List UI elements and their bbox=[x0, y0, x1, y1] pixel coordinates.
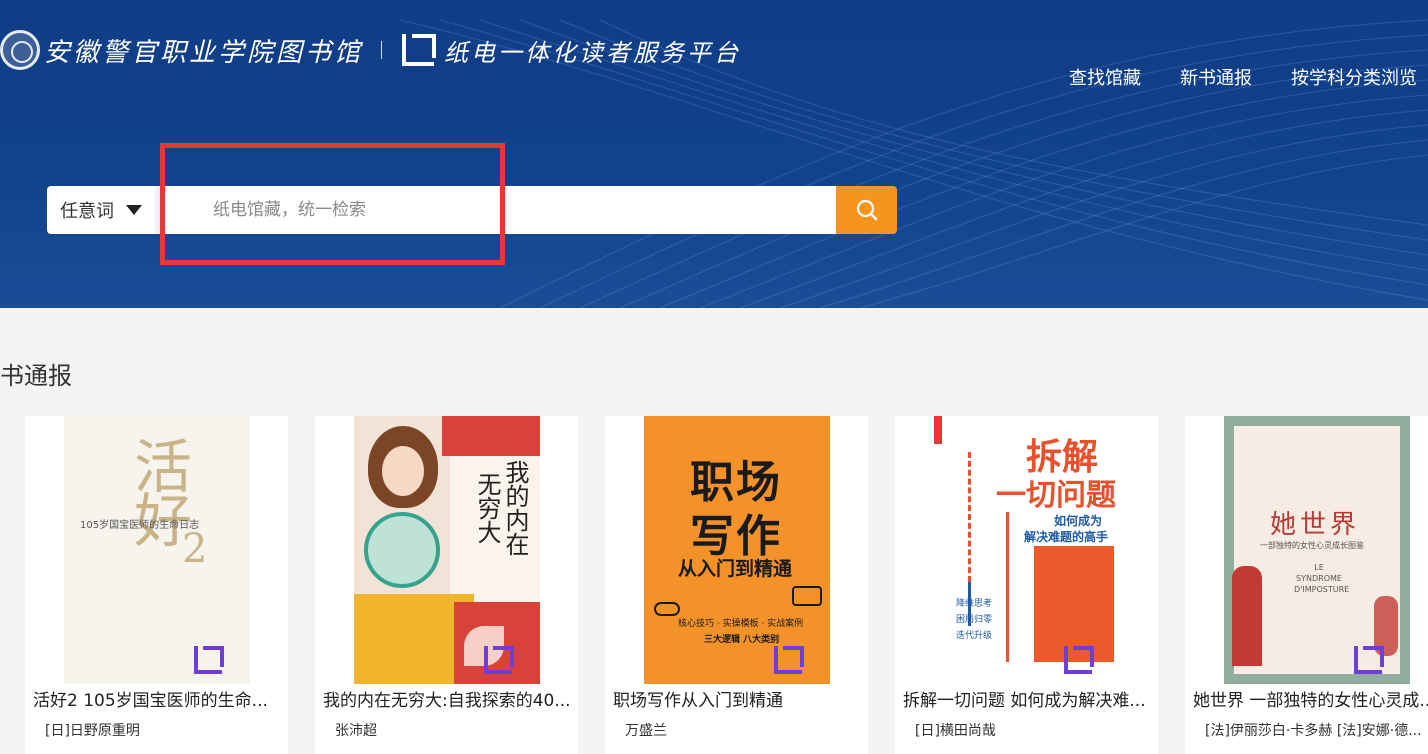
cover-label: 困局归零 bbox=[956, 615, 993, 625]
cover-illustration bbox=[1034, 546, 1114, 662]
site-logo[interactable]: 安徽警官职业学院图书馆 纸电一体化读者服务平台 bbox=[0, 28, 741, 72]
cover-subtitle: 如何成为 bbox=[1054, 514, 1103, 528]
book-author: [日]日野原重明 bbox=[45, 723, 140, 739]
cover-tagline: 核心技巧 · 实操模板 · 实战案例 bbox=[678, 619, 804, 629]
school-seal-icon bbox=[0, 30, 40, 70]
cover-illustration bbox=[1232, 566, 1262, 666]
book-card[interactable]: 拆解 一切问题 如何成为 解决难题的高手 降维思考 困局归零 迭代升级 拆解一切… bbox=[895, 416, 1158, 754]
cover-illustration bbox=[382, 446, 424, 496]
cover-title: 她世界 bbox=[1270, 510, 1361, 540]
cover-title: 无穷大 bbox=[473, 472, 501, 544]
cover-subtitle: 一部独特的女性心灵成长图鉴 bbox=[1260, 541, 1364, 550]
top-nav: 查找馆藏 新书通报 按学科分类浏览 bbox=[1069, 64, 1417, 90]
cover-number: 2 bbox=[182, 526, 208, 572]
cover-label: 降维思考 bbox=[956, 599, 993, 609]
caret-down-icon bbox=[126, 205, 142, 215]
section-title: 书通报 bbox=[0, 362, 72, 390]
book-author: 万盛兰 bbox=[625, 723, 667, 739]
platform-watermark-icon bbox=[1064, 646, 1094, 674]
cover-subtitle: LE SYNDROME D'IMPOSTURE bbox=[1294, 563, 1350, 594]
cover-illustration bbox=[968, 452, 971, 582]
search-button[interactable] bbox=[836, 186, 897, 234]
cover-illustration bbox=[654, 602, 680, 616]
school-name: 安徽警官职业学院图书馆 bbox=[44, 37, 364, 68]
book-title[interactable]: 职场写作从入门到精通 bbox=[613, 686, 863, 711]
cover-title: 一切问题 bbox=[996, 478, 1116, 513]
book-card[interactable]: 她世界 一部独特的女性心灵成长图鉴 LE SYNDROME D'IMPOSTUR… bbox=[1185, 416, 1428, 754]
search-type-label: 任意词 bbox=[60, 201, 114, 222]
cover-tagline: 三大逻辑 八大类别 bbox=[704, 635, 780, 645]
search-bar: 任意词 bbox=[47, 186, 897, 234]
book-card[interactable]: 活好 105岁国宝医师的生命日志 2 活好2 105岁国宝医师的生命... [日… bbox=[25, 416, 288, 754]
nav-browse-subjects[interactable]: 按学科分类浏览 bbox=[1291, 64, 1417, 90]
book-cover[interactable]: 活好 105岁国宝医师的生命日志 2 bbox=[64, 416, 250, 684]
header-banner: 安徽警官职业学院图书馆 纸电一体化读者服务平台 查找馆藏 新书通报 按学科分类浏… bbox=[0, 0, 1428, 308]
book-title[interactable]: 活好2 105岁国宝医师的生命... bbox=[33, 686, 283, 711]
cover-illustration bbox=[934, 416, 942, 444]
search-input[interactable] bbox=[165, 186, 836, 234]
book-title[interactable]: 我的内在无穷大:自我探索的40... bbox=[323, 686, 573, 711]
book-card[interactable]: 职场 写作 从入门到精通 核心技巧 · 实操模板 · 实战案例 三大逻辑 八大类… bbox=[605, 416, 868, 754]
book-cover[interactable]: 我的内在 无穷大 bbox=[354, 416, 540, 684]
platform-watermark-icon bbox=[484, 646, 514, 674]
cover-subtitle: 从入门到精通 bbox=[678, 558, 793, 580]
cover-subtitle: 解决难题的高手 bbox=[1024, 530, 1109, 544]
search-icon bbox=[856, 199, 877, 221]
nav-new-books[interactable]: 新书通报 bbox=[1180, 64, 1252, 90]
book-cover[interactable]: 职场 写作 从入门到精通 核心技巧 · 实操模板 · 实战案例 三大逻辑 八大类… bbox=[644, 416, 830, 684]
nav-find-collection[interactable]: 查找馆藏 bbox=[1069, 64, 1141, 90]
platform-logo-icon bbox=[402, 34, 437, 66]
book-author: 张沛超 bbox=[335, 723, 377, 739]
book-card[interactable]: 我的内在 无穷大 我的内在无穷大:自我探索的40... 张沛超 bbox=[315, 416, 578, 754]
platform-name: 纸电一体化读者服务平台 bbox=[444, 38, 742, 67]
book-author: [法]伊丽莎白·卡多赫 [法]安娜·德... bbox=[1205, 723, 1422, 739]
book-cover[interactable]: 她世界 一部独特的女性心灵成长图鉴 LE SYNDROME D'IMPOSTUR… bbox=[1224, 416, 1410, 684]
cover-illustration bbox=[1006, 512, 1009, 662]
book-title[interactable]: 拆解一切问题 如何成为解决难... bbox=[903, 686, 1153, 711]
platform-watermark-icon bbox=[774, 646, 804, 674]
book-author: [日]横田尚哉 bbox=[915, 723, 996, 739]
cover-label: 迭代升级 bbox=[956, 631, 993, 641]
book-title[interactable]: 她世界 一部独特的女性心灵成... bbox=[1193, 686, 1428, 711]
platform-watermark-icon bbox=[194, 646, 224, 674]
cover-illustration bbox=[442, 416, 540, 456]
book-cover[interactable]: 拆解 一切问题 如何成为 解决难题的高手 降维思考 困局归零 迭代升级 bbox=[934, 416, 1120, 684]
cover-illustration bbox=[792, 586, 822, 606]
platform-watermark-icon bbox=[1354, 646, 1384, 674]
book-list: 活好 105岁国宝医师的生命日志 2 活好2 105岁国宝医师的生命... [日… bbox=[25, 416, 1428, 754]
cover-illustration bbox=[364, 512, 440, 588]
search-type-dropdown[interactable]: 任意词 bbox=[47, 186, 165, 234]
logo-divider bbox=[381, 41, 383, 59]
